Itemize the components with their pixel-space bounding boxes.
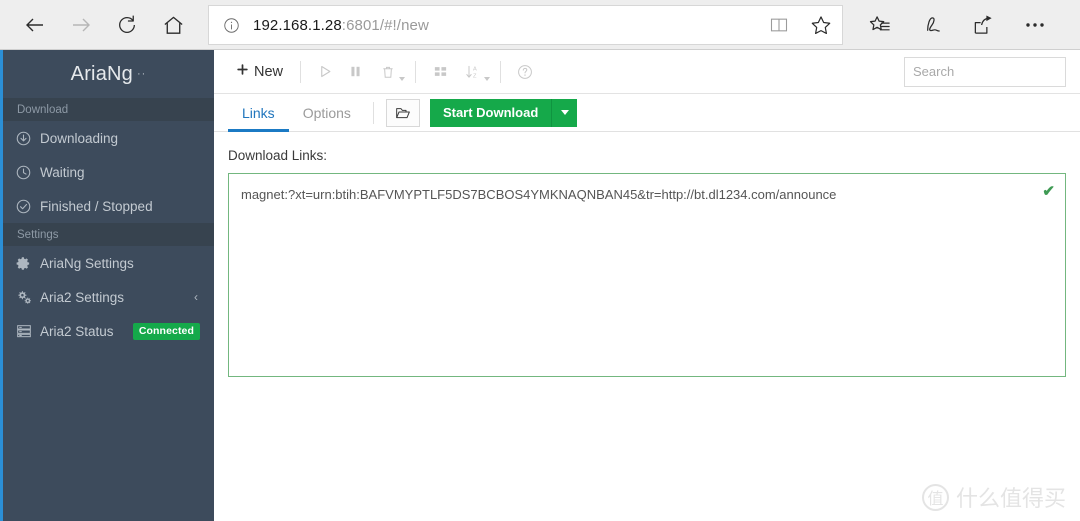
question-circle-icon[interactable] — [510, 57, 540, 87]
plus-icon — [236, 63, 249, 80]
address-bar[interactable]: 192.168.1.28:6801/#!/new — [208, 5, 843, 45]
watermark-logo: 值 — [921, 483, 949, 511]
chevron-left-icon[interactable]: ‹ — [194, 290, 198, 304]
new-task-label: New — [254, 63, 284, 80]
toolbar-divider — [415, 60, 417, 83]
app-toolbar: New A Z Search — [214, 50, 1080, 94]
refresh-button[interactable] — [104, 3, 150, 47]
pause-icon[interactable] — [340, 57, 370, 87]
sidebar: AriaNg ·· Download Downloading Waiting F… — [0, 50, 214, 521]
download-circle-icon — [16, 131, 40, 146]
sidebar-item-waiting[interactable]: Waiting — [3, 155, 214, 189]
grid-icon[interactable] — [425, 57, 455, 87]
sidebar-item-aria2-settings[interactable]: Aria2 Settings ‹ — [3, 280, 214, 314]
pen-icon[interactable] — [905, 3, 957, 47]
app-root: 192.168.1.28:6801/#!/new AriaNg ·· Downl… — [0, 0, 1080, 521]
trash-icon[interactable] — [370, 57, 406, 87]
sidebar-item-ariang-settings[interactable]: AriaNg Settings — [3, 246, 214, 280]
download-links-value[interactable]: magnet:?xt=urn:btih:BAFVMYPTLF5DS7BCBOS4… — [229, 174, 1065, 204]
status-badge: Connected — [132, 322, 200, 340]
download-links-textarea[interactable]: magnet:?xt=urn:btih:BAFVMYPTLF5DS7BCBOS4… — [228, 173, 1066, 377]
ellipsis-icon[interactable] — [1009, 3, 1061, 47]
watermark: 值 什么值得买 — [921, 481, 1066, 513]
sidebar-item-aria2-status[interactable]: Aria2 Status Connected — [3, 314, 214, 348]
start-download-dropdown[interactable] — [551, 98, 578, 127]
sidebar-section-settings: Settings — [3, 223, 214, 246]
search-box[interactable] — [904, 56, 1080, 87]
address-bar-icons — [758, 6, 842, 44]
sidebar-item-finished-stopped[interactable]: Finished / Stopped — [3, 189, 214, 223]
new-task-button[interactable]: New — [228, 59, 291, 84]
clock-icon — [16, 165, 40, 180]
tab-label: Options — [302, 104, 351, 121]
tab-bar: Links Options Start Download — [214, 94, 1080, 132]
forward-button[interactable] — [58, 3, 104, 47]
caret-down-icon — [560, 110, 569, 115]
check-circle-icon — [16, 199, 40, 214]
caret-down-icon[interactable] — [399, 76, 406, 81]
check-icon: ✔ — [1042, 183, 1055, 200]
share-icon[interactable] — [957, 3, 1009, 47]
folder-open-icon[interactable] — [385, 98, 420, 127]
sidebar-item-downloading[interactable]: Downloading — [3, 121, 214, 155]
tab-label: Links — [242, 104, 275, 121]
sort-az-icon[interactable]: A Z — [455, 57, 491, 87]
browser-nav-buttons — [0, 3, 196, 47]
app-brand[interactable]: AriaNg ·· — [3, 50, 214, 98]
new-task-form: Download Links: magnet:?xt=urn:btih:BAFV… — [214, 132, 1080, 377]
start-download-label: Start Download — [429, 98, 552, 127]
sidebar-item-label: Waiting — [40, 164, 85, 180]
book-icon[interactable] — [758, 6, 800, 44]
star-icon[interactable] — [800, 6, 842, 44]
tab-divider — [372, 101, 374, 124]
play-icon[interactable] — [310, 57, 340, 87]
toolbar-divider — [500, 60, 502, 83]
sidebar-item-label: AriaNg Settings — [40, 255, 134, 271]
tab-options[interactable]: Options — [289, 94, 365, 131]
sidebar-item-label: Downloading — [40, 130, 119, 146]
brand-text: AriaNg — [70, 62, 133, 85]
start-download-button[interactable]: Start Download — [429, 98, 578, 127]
sidebar-item-label: Finished / Stopped — [40, 198, 153, 214]
watermark-text: 什么值得买 — [955, 487, 1066, 512]
toolbar-divider — [300, 60, 302, 83]
gear-icon — [16, 256, 40, 271]
address-url[interactable]: 192.168.1.28:6801/#!/new — [253, 17, 758, 34]
download-links-label: Download Links: — [228, 148, 328, 163]
svg-text:A: A — [473, 66, 477, 72]
back-button[interactable] — [12, 3, 58, 47]
browser-toolbar: 192.168.1.28:6801/#!/new — [0, 0, 1080, 50]
star-list-icon[interactable] — [853, 3, 905, 47]
sidebar-section-download: Download — [3, 98, 214, 121]
sidebar-item-label: Aria2 Settings — [40, 289, 125, 305]
server-icon — [16, 323, 40, 339]
gears-icon — [16, 289, 40, 305]
brand-suffix: ·· — [137, 68, 147, 80]
tab-links[interactable]: Links — [228, 94, 289, 132]
info-circle-icon[interactable] — [209, 6, 253, 44]
home-button[interactable] — [150, 3, 196, 47]
browser-action-icons — [853, 3, 1067, 47]
url-path: :6801/#!/new — [341, 16, 429, 34]
caret-down-icon[interactable] — [484, 76, 491, 81]
url-host: 192.168.1.28 — [253, 16, 342, 34]
svg-text:Z: Z — [473, 73, 477, 79]
main-content: New A Z Search Links Options Start Downl… — [214, 50, 1080, 521]
sidebar-item-label: Aria2 Status — [40, 323, 114, 339]
search-input[interactable] — [913, 64, 1080, 79]
